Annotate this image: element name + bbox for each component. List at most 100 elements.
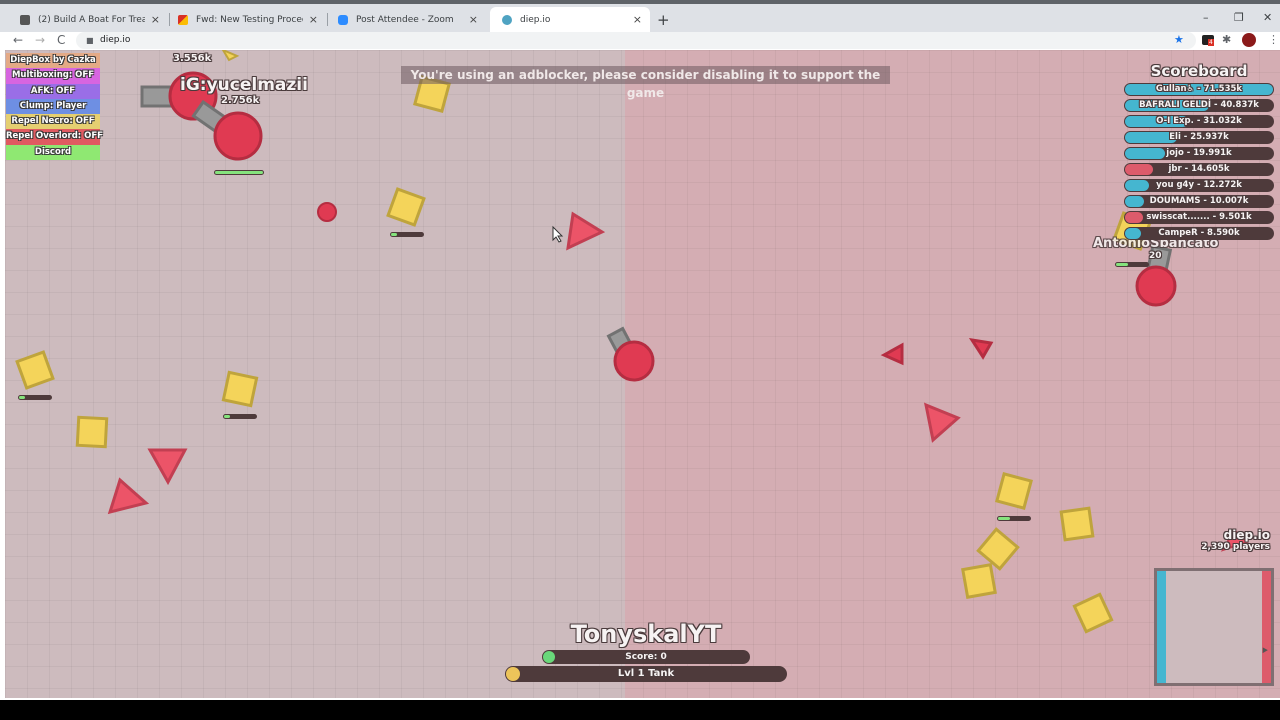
tab-title: diep.io bbox=[520, 14, 551, 25]
scoreboard-entry-label: swisscat....... - 9.501k bbox=[1146, 212, 1252, 222]
health-bar-fill bbox=[391, 233, 397, 236]
square-shape bbox=[961, 563, 997, 599]
square-shape bbox=[386, 187, 426, 237]
logo-title: diep.io bbox=[1223, 528, 1270, 542]
scoreboard-title: Scoreboard bbox=[1150, 62, 1248, 80]
scoreboard-entry-label: Eli - 25.937k bbox=[1169, 132, 1229, 142]
enemy-tank-yucelmazii bbox=[191, 99, 264, 175]
triangle-shape bbox=[107, 477, 150, 515]
browser-toolbar: ← → C ■ diep.io ★ 4 ✱ ⋮ bbox=[0, 32, 1280, 50]
browser-menu-icon[interactable]: ⋮ bbox=[1268, 33, 1279, 46]
mod-menu-item[interactable]: AFK: OFF bbox=[6, 83, 100, 99]
mod-menu-item[interactable]: Discord bbox=[6, 144, 100, 161]
back-button[interactable]: ← bbox=[13, 33, 23, 47]
square-shape bbox=[1072, 592, 1114, 634]
triangle-shape bbox=[147, 448, 188, 486]
tab-gmail[interactable]: Fwd: New Testing Procedure & a × bbox=[166, 7, 326, 32]
maximize-button[interactable]: ❐ bbox=[1234, 11, 1244, 24]
extensions-puzzle-icon[interactable]: ✱ bbox=[1222, 33, 1231, 46]
zoom-icon bbox=[338, 14, 348, 25]
minimap-blue-base bbox=[1157, 571, 1166, 683]
extension-icon[interactable]: 4 bbox=[1202, 35, 1214, 46]
close-tab-icon[interactable]: × bbox=[469, 13, 478, 26]
scoreboard-entry: jojo - 19.991k bbox=[1124, 147, 1274, 160]
scoreboard-entry-label: jojo - 19.991k bbox=[1166, 148, 1232, 158]
mod-menu-item[interactable]: Multiboxing: OFF bbox=[6, 68, 100, 84]
level-bar: Lvl 1 Tank bbox=[505, 666, 787, 682]
mod-menu-item[interactable]: Clump: Player bbox=[6, 98, 100, 115]
close-tab-icon[interactable]: × bbox=[151, 13, 160, 26]
player-score-label: 20 bbox=[1149, 251, 1162, 261]
reload-button[interactable]: C bbox=[57, 33, 65, 47]
health-bar-fill bbox=[998, 517, 1010, 520]
tank-body bbox=[1135, 265, 1177, 307]
scoreboard: Scoreboard Gullan♿ - 71.535k BAFRALI GELD… bbox=[1124, 62, 1274, 243]
square-shape bbox=[15, 350, 55, 400]
square-shape bbox=[221, 370, 259, 419]
health-bar-fill bbox=[1116, 263, 1128, 266]
player-score-label: 3.556k bbox=[173, 53, 212, 64]
address-bar[interactable]: ■ diep.io bbox=[76, 32, 1196, 49]
tank-body bbox=[613, 340, 655, 382]
forward-button[interactable]: → bbox=[35, 33, 45, 47]
player-name-label: iG:yucelmazii bbox=[180, 75, 308, 95]
tab-strip: (2) Build A Boat For Treasure - Ro × Fwd… bbox=[0, 0, 1280, 32]
scoreboard-entry-label: BAFRALI GELDİ - 40.837k bbox=[1139, 100, 1259, 110]
minimap-red-base bbox=[1262, 571, 1271, 683]
level-label: Lvl 1 Tank bbox=[617, 668, 675, 679]
player-count: 2,390 players bbox=[1201, 542, 1270, 552]
tab-title: Post Attendee - Zoom bbox=[356, 14, 454, 25]
browser-window: (2) Build A Boat For Treasure - Ro × Fwd… bbox=[0, 0, 1280, 700]
scoreboard-entry: O-I Exp. - 31.032k bbox=[1124, 115, 1274, 128]
triangle-shape bbox=[923, 402, 961, 443]
score-label: Score: 0 bbox=[625, 652, 667, 662]
health-bar-fill bbox=[215, 171, 263, 174]
extension-badge: 4 bbox=[1208, 39, 1214, 46]
scoreboard-entry: Eli - 25.937k bbox=[1124, 131, 1274, 144]
mod-menu-item[interactable]: DiepBox by Cazka bbox=[6, 53, 100, 69]
scoreboard-entry-label: jbr - 14.605k bbox=[1168, 164, 1230, 174]
roblox-icon bbox=[20, 14, 30, 25]
score-bar: Score: 0 bbox=[542, 650, 750, 664]
minimize-button[interactable]: – bbox=[1203, 11, 1209, 24]
scoreboard-entry: swisscat....... - 9.501k bbox=[1124, 211, 1274, 224]
profile-avatar[interactable] bbox=[1242, 33, 1256, 47]
scoreboard-entry-label: Gullan♿ - 71.535k bbox=[1155, 84, 1243, 94]
bullet bbox=[317, 202, 337, 222]
scoreboard-entry: DOUMAMS - 10.007k bbox=[1124, 195, 1274, 208]
triangle-shape bbox=[880, 342, 904, 366]
game-canvas[interactable]: 3.556k iG:yucelmazii 2.756k AntonioSbanc… bbox=[5, 50, 1280, 698]
tab-title: Fwd: New Testing Procedure & a bbox=[196, 14, 303, 25]
square-shape bbox=[75, 415, 109, 449]
tank-body bbox=[213, 111, 263, 161]
tab-build-a-boat[interactable]: (2) Build A Boat For Treasure - Ro × bbox=[8, 7, 168, 32]
scoreboard-entry: CampeR - 8.590k bbox=[1124, 227, 1274, 240]
player-score-label: 2.756k bbox=[221, 95, 260, 106]
diep-logo: diep.io 2,390 players bbox=[1201, 528, 1270, 552]
square-shape bbox=[976, 527, 1020, 571]
diep-icon bbox=[502, 14, 512, 25]
health-bar-fill bbox=[19, 396, 25, 399]
square-shape bbox=[221, 50, 240, 62]
game-world bbox=[15, 50, 1249, 634]
mod-menu-item[interactable]: Repel Overlord: OFF bbox=[6, 129, 103, 145]
tab-diep-io[interactable]: diep.io × bbox=[490, 7, 650, 32]
diepbox-mod-menu: DiepBox by Cazka Multiboxing: OFF AFK: OFF… bbox=[6, 53, 103, 161]
bookmark-star-icon[interactable]: ★ bbox=[1174, 33, 1184, 46]
close-window-button[interactable]: ✕ bbox=[1263, 11, 1272, 24]
mouse-cursor bbox=[552, 225, 564, 243]
tab-zoom[interactable]: Post Attendee - Zoom × bbox=[326, 7, 486, 32]
player-tank bbox=[606, 326, 655, 382]
new-tab-button[interactable]: + bbox=[657, 11, 670, 29]
scoreboard-entry-label: O-I Exp. - 31.032k bbox=[1156, 116, 1242, 126]
scoreboard-entry-label: you g4y - 12.272k bbox=[1156, 180, 1242, 190]
close-tab-icon[interactable]: × bbox=[309, 13, 318, 26]
tab-title: (2) Build A Boat For Treasure - Ro bbox=[38, 14, 145, 25]
lock-icon[interactable]: ■ bbox=[86, 32, 94, 49]
square-shape bbox=[1059, 506, 1095, 542]
scoreboard-entry: Gullan♿ - 71.535k bbox=[1124, 83, 1274, 96]
square-shape bbox=[995, 472, 1033, 521]
mod-menu-item[interactable]: Repel Necro: OFF bbox=[6, 114, 100, 130]
close-tab-icon[interactable]: × bbox=[633, 13, 642, 26]
enemy-tank-antoniosbancato bbox=[1115, 244, 1177, 307]
